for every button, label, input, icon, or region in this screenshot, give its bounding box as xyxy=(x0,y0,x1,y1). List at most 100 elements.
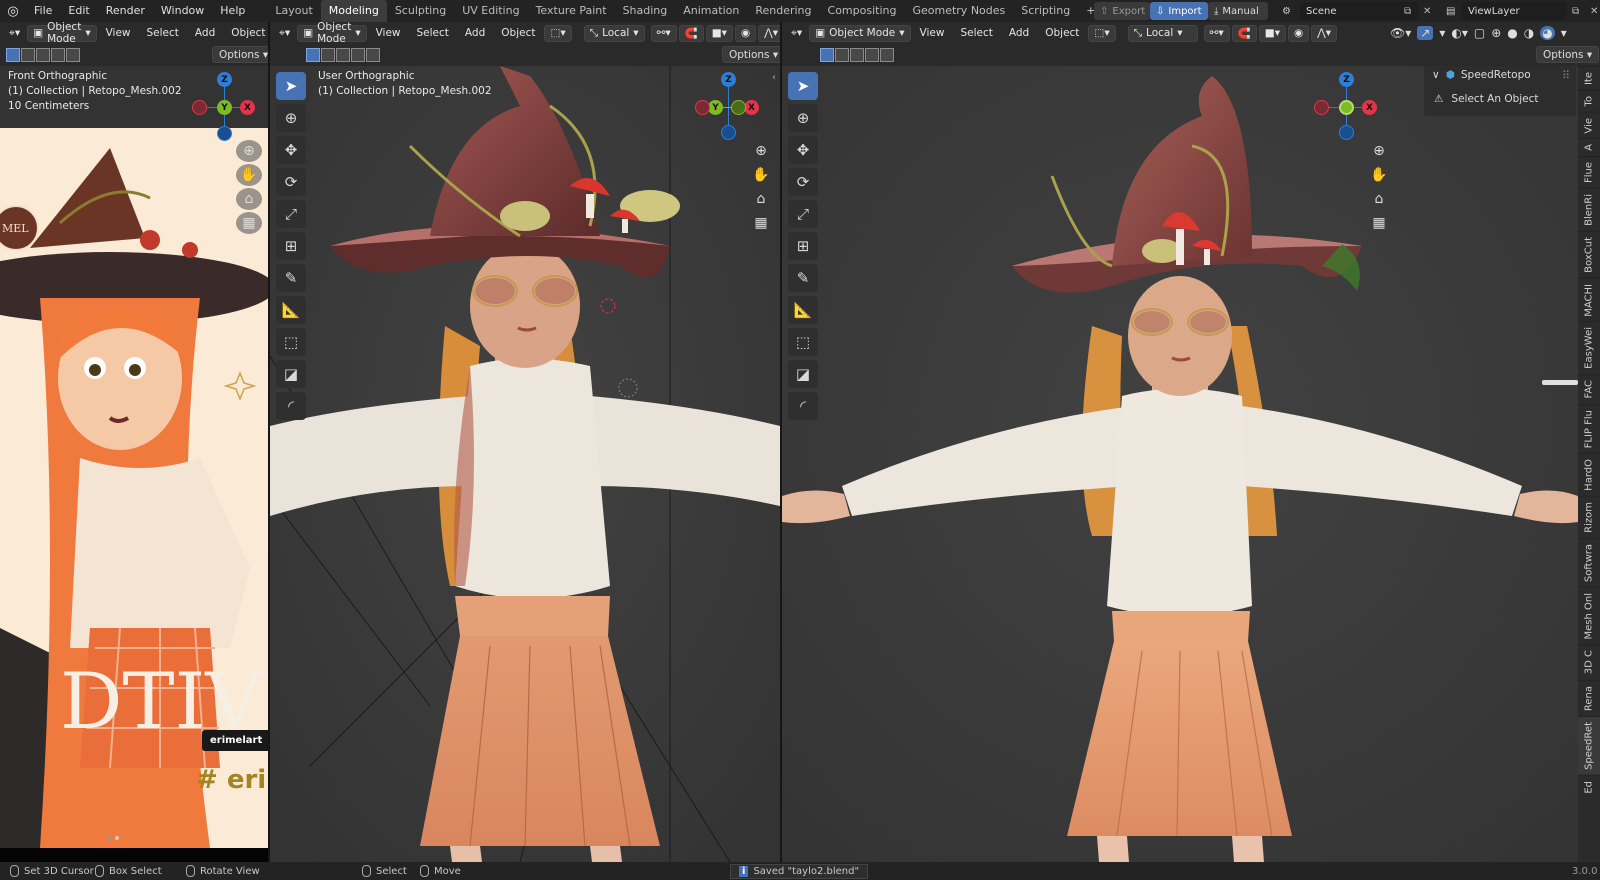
side-tab-3d-c[interactable]: 3D C xyxy=(1578,644,1600,680)
pan-hand-icon[interactable]: ✋ xyxy=(1366,164,1392,186)
left-menu-add[interactable]: Add xyxy=(188,27,222,39)
mid-viewport[interactable]: User Orthographic (1) Collection | Retop… xyxy=(270,66,780,862)
speedretopo-panel-header[interactable]: ∨ ⬢ SpeedRetopo xyxy=(1432,69,1531,81)
select-extend-icon[interactable] xyxy=(835,48,849,62)
extra-tool-1-icon[interactable]: ◪ xyxy=(788,360,818,388)
collapse-chevron-icon[interactable]: ∨ xyxy=(1432,69,1440,81)
right-snap-icon[interactable]: 🧲 xyxy=(1231,24,1257,42)
right-snap-target-icon[interactable]: ■▾ xyxy=(1258,24,1286,42)
extra-tool-2-icon[interactable]: ◜ xyxy=(276,392,306,420)
mid-proportional-icon[interactable]: ◉ xyxy=(734,24,757,42)
solid-shading-icon[interactable]: ● xyxy=(1507,26,1517,40)
annotate-tool-icon[interactable]: ✎ xyxy=(788,264,818,292)
select-mode-icons[interactable] xyxy=(820,48,894,62)
right-viewport[interactable]: ➤ ⊕ ✥ ⟳ ⤢ ⊞ ✎ 📐 ⬚ ◪ ◜ Z X ⊕ ✋ ⌂ ▦ ∨ ⬢ Sp… xyxy=(782,66,1578,862)
add-cube-tool-icon[interactable]: ⬚ xyxy=(788,328,818,356)
right-falloff-icon[interactable]: ⋀▾ xyxy=(1311,24,1338,42)
right-menu-select[interactable]: Select xyxy=(953,27,999,39)
left-navigation-gizmo[interactable]: Z Y X xyxy=(190,70,260,141)
cursor-tool-icon[interactable]: ⊕ xyxy=(788,104,818,132)
extra-tool-1-icon[interactable]: ◪ xyxy=(276,360,306,388)
tab-modeling[interactable]: Modeling xyxy=(320,0,387,22)
scene-copy-icon[interactable]: ⧉ xyxy=(1398,2,1416,20)
select-box-tool-icon[interactable]: ➤ xyxy=(788,72,818,100)
rotate-tool-icon[interactable]: ⟳ xyxy=(276,168,306,196)
camera-icon[interactable]: ⌂ xyxy=(236,188,262,210)
manual-button[interactable]: ⤓ Manual xyxy=(1208,2,1268,20)
scene-close-icon[interactable]: ✕ xyxy=(1417,2,1435,20)
gizmo-y-axis-icon[interactable] xyxy=(1339,100,1354,115)
tab-rendering[interactable]: Rendering xyxy=(747,0,819,22)
transform-tool-icon[interactable]: ⊞ xyxy=(788,232,818,260)
select-mode-icons[interactable] xyxy=(6,48,80,62)
select-new-icon[interactable] xyxy=(820,48,834,62)
export-button[interactable]: ⇧ Export xyxy=(1094,2,1150,20)
tab-layout[interactable]: Layout xyxy=(267,0,320,22)
side-tab-tool[interactable]: To xyxy=(1578,90,1600,112)
side-tab-a[interactable]: A xyxy=(1578,138,1600,156)
side-tab-view[interactable]: Vie xyxy=(1578,111,1600,139)
menu-edit[interactable]: Edit xyxy=(60,0,97,22)
right-proportional-icon[interactable]: ◉ xyxy=(1287,24,1310,42)
left-menu-view[interactable]: View xyxy=(99,27,138,39)
side-tab-easywei[interactable]: EasyWei xyxy=(1578,321,1600,375)
side-tab-fac[interactable]: FAC xyxy=(1578,374,1600,404)
left-viewport[interactable]: Front Orthographic (1) Collection | Reto… xyxy=(0,66,268,862)
gizmo-z-axis-icon[interactable]: Z xyxy=(721,72,736,87)
erimelart-badge[interactable]: erimelart xyxy=(202,730,268,751)
camera-icon[interactable]: ⌂ xyxy=(1366,188,1392,210)
grid-icon[interactable]: ▦ xyxy=(236,212,262,234)
import-button[interactable]: ⇩ Import xyxy=(1150,2,1208,20)
gizmo-x-axis-icon[interactable]: X xyxy=(1362,100,1377,115)
gizmo-x-axis-icon[interactable]: X xyxy=(744,100,759,115)
right-menu-object[interactable]: Object xyxy=(1038,27,1086,39)
left-menu-select[interactable]: Select xyxy=(140,27,186,39)
select-box-tool-icon[interactable]: ➤ xyxy=(276,72,306,100)
side-tab-ed[interactable]: Ed xyxy=(1578,774,1600,799)
mid-menu-add[interactable]: Add xyxy=(458,27,492,39)
menu-file[interactable]: File xyxy=(26,0,60,22)
gizmo-neg-z-icon[interactable] xyxy=(1339,125,1354,140)
right-pivot-icon[interactable]: ⚯▾ xyxy=(1203,24,1230,42)
mid-mode-dropdown[interactable]: ▣ Object Mode ▾ xyxy=(297,21,367,45)
menu-window[interactable]: Window xyxy=(153,0,212,22)
menu-render[interactable]: Render xyxy=(98,0,153,22)
side-tab-boxcut[interactable]: BoxCut xyxy=(1578,230,1600,278)
tab-uv-editing[interactable]: UV Editing xyxy=(454,0,527,22)
right-menu-view[interactable]: View xyxy=(913,27,952,39)
gizmo-x-axis-icon[interactable]: X xyxy=(240,100,255,115)
rendered-shading-icon[interactable]: ◕ xyxy=(1540,26,1555,40)
select-new-icon[interactable] xyxy=(306,48,320,62)
extra-tool-2-icon[interactable]: ◜ xyxy=(788,392,818,420)
gizmo-neg-x-icon[interactable] xyxy=(1314,100,1329,115)
select-subtract-icon[interactable] xyxy=(850,48,864,62)
viewlayer-copy-icon[interactable]: ⧉ xyxy=(1566,2,1584,20)
side-tab-softwra[interactable]: Softwra xyxy=(1578,537,1600,587)
add-cube-tool-icon[interactable]: ⬚ xyxy=(276,328,306,356)
tab-animation[interactable]: Animation xyxy=(675,0,747,22)
cursor-tool-icon[interactable]: ⊕ xyxy=(276,104,306,132)
move-tool-icon[interactable]: ✥ xyxy=(276,136,306,164)
side-tab-rena[interactable]: Rena xyxy=(1578,679,1600,716)
mid-navigation-gizmo[interactable]: Z Y X xyxy=(694,70,764,140)
side-tab-flue[interactable]: Flue xyxy=(1578,155,1600,188)
mid-options-dropdown[interactable]: Options ▾ xyxy=(722,46,786,63)
reference-image[interactable]: MEL DTIV # eri erimelart xyxy=(0,128,268,848)
pan-hand-icon[interactable]: ✋ xyxy=(748,164,774,186)
viewlayer-field[interactable]: ViewLayer xyxy=(1462,2,1566,20)
sidebar-toggle-icon[interactable]: ‹ xyxy=(772,72,776,83)
left-mode-dropdown[interactable]: ▣ Object Mode ▾ xyxy=(27,21,97,45)
mid-menu-object[interactable]: Object xyxy=(494,27,542,39)
mid-menu-view[interactable]: View xyxy=(369,27,408,39)
side-tab-hardo[interactable]: HardO xyxy=(1578,453,1600,496)
material-shading-icon[interactable]: ◑ xyxy=(1524,26,1534,40)
gizmo-z-axis-icon[interactable]: Z xyxy=(1339,72,1354,87)
zoom-icon[interactable]: ⊕ xyxy=(748,140,774,162)
select-intersect-icon[interactable] xyxy=(366,48,380,62)
left-options-dropdown[interactable]: Options ▾ xyxy=(212,46,276,63)
wireframe-shading-icon[interactable]: ⊕ xyxy=(1491,26,1501,40)
side-tab-flip-flu[interactable]: FLIP Flu xyxy=(1578,403,1600,454)
tab-scripting[interactable]: Scripting xyxy=(1013,0,1078,22)
tab-texture-paint[interactable]: Texture Paint xyxy=(528,0,615,22)
xray-icon[interactable]: ▢ xyxy=(1474,26,1485,40)
